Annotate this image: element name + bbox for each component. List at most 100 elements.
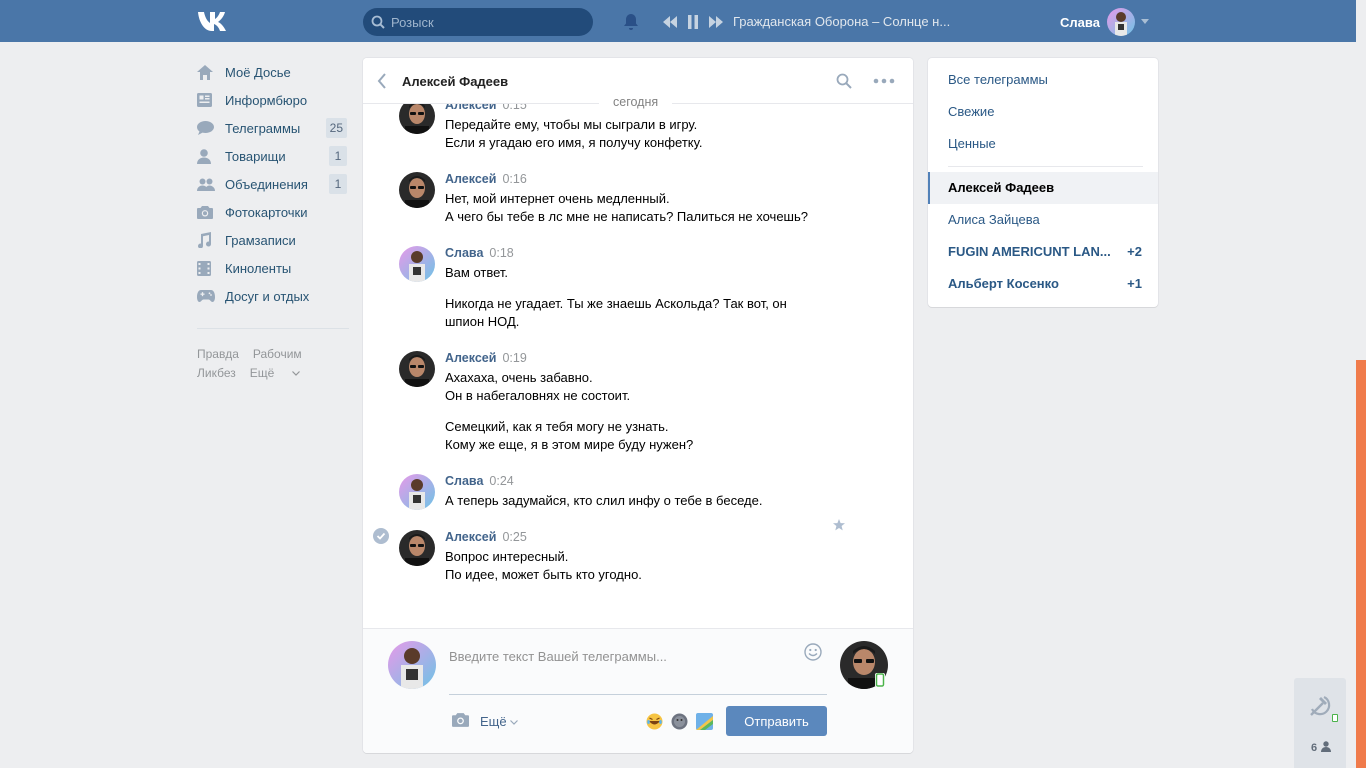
chevron-down-icon[interactable]	[1141, 19, 1149, 24]
sidebar-item-music[interactable]: Грамзаписи	[197, 226, 349, 254]
news-icon	[197, 93, 225, 107]
message-line: Никогда не угадает. Ты же знаешь Аскольд…	[445, 296, 787, 311]
avatar[interactable]	[399, 246, 435, 282]
footer-link-likbez[interactable]: Ликбез	[197, 366, 236, 380]
header-avatar[interactable]	[1107, 8, 1135, 36]
prev-track-icon[interactable]	[663, 16, 677, 28]
sidebar-item-news[interactable]: Информбюро	[197, 86, 349, 114]
bell-icon[interactable]	[623, 13, 639, 31]
smile-icon[interactable]	[804, 643, 822, 661]
footer-link-rabochim[interactable]: Рабочим	[253, 347, 302, 361]
avatar[interactable]	[399, 172, 435, 208]
message-time[interactable]: 0:15	[502, 104, 526, 112]
sidebar-item-label: Моё Досье	[225, 64, 291, 80]
search-icon[interactable]	[836, 73, 852, 89]
audio-player-controls	[663, 15, 723, 29]
page-scrollbar[interactable]	[1356, 0, 1366, 768]
message-author[interactable]: Слава	[445, 246, 483, 260]
friends-badge: 1	[329, 146, 347, 166]
message-line: Передайте ему, чтобы мы сыграли в игру.	[445, 117, 698, 132]
conversation-item[interactable]: Альберт Косенко +1	[928, 268, 1158, 300]
message-time[interactable]: 0:18	[489, 246, 513, 260]
gamepad-icon	[197, 290, 225, 302]
send-button[interactable]: Отправить	[726, 706, 827, 736]
search-input[interactable]: Розыск	[391, 15, 434, 30]
header-user-name[interactable]: Слава	[1060, 15, 1100, 30]
sidebar-item-friends[interactable]: Товарищи 1	[197, 142, 349, 170]
message-author[interactable]: Алексей	[445, 104, 496, 112]
sidebar-item-label: Информбюро	[225, 92, 308, 108]
message-line: Он в набегаловнях не состоит.	[445, 388, 631, 403]
chat-widget[interactable]: 6	[1294, 678, 1346, 768]
message-line: Вам ответ.	[445, 265, 509, 280]
music-note-icon	[197, 232, 225, 248]
back-arrow-icon[interactable]	[377, 73, 387, 89]
groups-badge: 1	[329, 174, 347, 194]
chat-bubble-icon	[197, 121, 225, 135]
footer-more-link[interactable]: Ещё	[250, 366, 314, 380]
message-author[interactable]: Алексей	[445, 172, 496, 186]
attach-more-label: Ещё	[480, 714, 507, 729]
scrollbar-thumb[interactable]	[1356, 360, 1366, 768]
sidebar-item-messages[interactable]: Телеграммы 25	[197, 114, 349, 142]
message-text: А теперь задумайся, кто слил инфу о тебе…	[445, 492, 865, 510]
message-line: Кому же еще, я в этом мире буду нужен?	[445, 437, 694, 452]
avatar[interactable]	[399, 530, 435, 566]
search-box[interactable]: Розыск	[363, 8, 593, 36]
message-history[interactable]: Алексей 0:15 Передайте ему, чтобы мы сыгр…	[363, 104, 913, 627]
sidebar-item-videos[interactable]: Киноленты	[197, 254, 349, 282]
filter-unread[interactable]: Свежие	[928, 96, 1158, 128]
current-track[interactable]: Гражданская Оборона – Солнце н...	[733, 14, 955, 29]
conversation-item-active[interactable]: Алексей Фадеев	[928, 172, 1158, 204]
message-time[interactable]: 0:24	[489, 474, 513, 488]
sidebar-item-profile[interactable]: Моё Досье	[197, 58, 349, 86]
sidebar-item-groups[interactable]: Объединения 1	[197, 170, 349, 198]
sidebar-item-games[interactable]: Досуг и отдых	[197, 282, 349, 310]
unread-count: +1	[1127, 276, 1142, 291]
chevron-down-icon	[291, 371, 300, 377]
footer-link-pravda[interactable]: Правда	[197, 347, 239, 361]
online-indicator	[1332, 714, 1338, 722]
more-dots-icon[interactable]	[873, 78, 895, 84]
laughing-emoji-icon[interactable]	[646, 713, 663, 730]
unread-count: +2	[1127, 244, 1142, 259]
avatar[interactable]	[399, 351, 435, 387]
sidebar-item-label: Телеграммы	[225, 120, 301, 136]
message-author[interactable]: Алексей	[445, 351, 496, 365]
filter-all-messages[interactable]: Все телеграммы	[928, 64, 1158, 96]
mobile-online-icon	[875, 673, 885, 687]
sidebar-item-label: Досуг и отдых	[225, 288, 310, 304]
camera-icon[interactable]	[452, 713, 469, 727]
sidebar-item-photos[interactable]: Фотокарточки	[197, 198, 349, 226]
message-time[interactable]: 0:16	[502, 172, 526, 186]
face-emoji-icon[interactable]	[671, 713, 688, 730]
message-author[interactable]: Алексей	[445, 530, 496, 544]
message-time[interactable]: 0:19	[502, 351, 526, 365]
sidebar-item-label: Киноленты	[225, 260, 292, 276]
selected-check-icon[interactable]	[373, 528, 389, 544]
chat-title[interactable]: Алексей Фадеев	[402, 74, 508, 89]
home-icon	[197, 64, 225, 80]
message-input[interactable]: Введите текст Вашей телеграммы...	[449, 649, 827, 664]
footer-more-label: Ещё	[249, 366, 275, 380]
message-time[interactable]: 0:25	[502, 530, 526, 544]
pause-icon[interactable]	[687, 15, 699, 29]
vk-logo-icon[interactable]	[197, 10, 231, 32]
conversation-item[interactable]: FUGIN AMERICUNT LAN... +2	[928, 236, 1158, 268]
message-composer: Введите текст Вашей телеграммы... Ещё От…	[363, 628, 913, 753]
star-icon[interactable]	[833, 519, 845, 531]
my-avatar[interactable]	[388, 641, 436, 689]
hammer-sickle-icon	[1308, 694, 1332, 718]
conversation-item[interactable]: Алиса Зайцева	[928, 204, 1158, 236]
rainbow-emoji-icon[interactable]	[696, 713, 713, 730]
camera-icon	[197, 205, 225, 219]
message-author[interactable]: Слава	[445, 474, 483, 488]
filter-important[interactable]: Ценные	[928, 128, 1158, 160]
conversation-name: Алексей Фадеев	[948, 180, 1055, 195]
avatar[interactable]	[399, 104, 435, 134]
attach-more-button[interactable]: Ещё	[480, 714, 519, 729]
panel-divider	[948, 166, 1143, 167]
message-text: Ахахаха, очень забавно. Он в набегаловнях…	[445, 369, 865, 454]
avatar[interactable]	[399, 474, 435, 510]
next-track-icon[interactable]	[709, 16, 723, 28]
